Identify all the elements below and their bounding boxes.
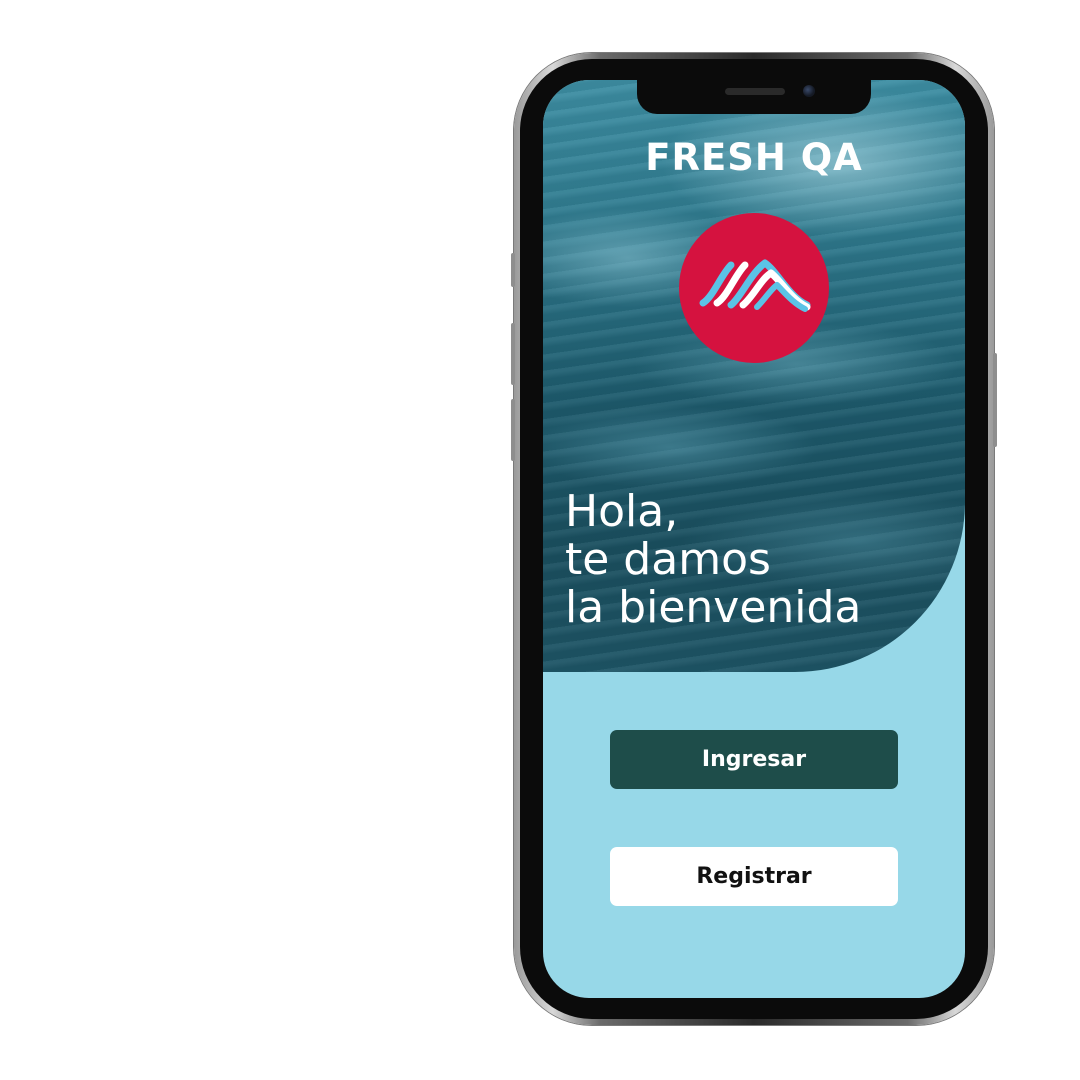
phone-notch [637,80,871,114]
fresh-qa-logo-icon [679,213,829,363]
welcome-heading: Hola, te damos la bienvenida [565,488,861,632]
front-camera-icon [803,85,815,97]
register-button[interactable]: Registrar [610,847,898,906]
stage: FRESH QA Hola, te damos la bienvenida In… [0,0,1080,1080]
volume-down-button [511,399,515,461]
login-button[interactable]: Ingresar [610,730,898,789]
wave-logo-graphic [699,259,811,312]
welcome-line-2: te damos [565,534,771,585]
welcome-line-3: la bienvenida [565,582,862,633]
app-screen: FRESH QA Hola, te damos la bienvenida In… [543,80,965,998]
welcome-line-1: Hola, [565,486,679,537]
silent-switch [511,253,515,287]
speaker-grille [725,88,785,95]
power-button [993,353,997,447]
app-title: FRESH QA [645,136,863,179]
volume-up-button [511,323,515,385]
